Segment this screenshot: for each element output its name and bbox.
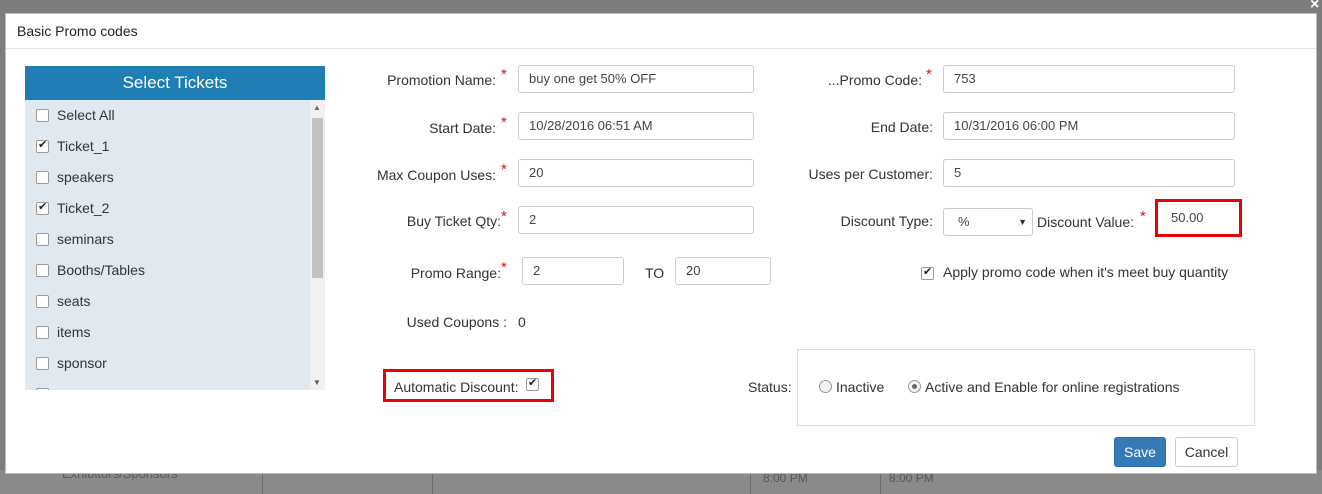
promotion-name-label: Promotion Name: [387,72,496,88]
max-coupon-uses-input[interactable]: 20 [518,159,754,187]
ticket-list-scrollbar[interactable]: ▲ ▼ [310,100,325,390]
ticket-item-ticket-1[interactable]: Ticket_1 [25,131,309,162]
promo-range-to-input[interactable]: 20 [675,257,771,285]
close-icon[interactable]: × [1310,0,1319,14]
status-active-label: Active and Enable for online registratio… [925,379,1180,395]
ticket-item-seminars[interactable]: seminars [25,224,309,255]
ticket-list: Select All Ticket_1 speakers Ticket_2 se… [25,100,309,390]
ticket-item-seats[interactable]: seats [25,286,309,317]
checkbox-partial[interactable] [36,388,49,390]
background-divider [880,474,881,494]
promo-range-to-label: TO [645,265,665,281]
ticket-item-booths-tables[interactable]: Booths/Tables [25,255,309,286]
ticket-label: Ticket_2 [57,200,110,216]
promo-code-input[interactable]: 753 [943,65,1235,93]
ticket-label: sponsor [57,355,107,371]
ticket-item-sponsor[interactable]: sponsor [25,348,309,379]
buy-ticket-qty-input[interactable]: 2 [518,206,754,234]
ticket-item-select-all[interactable]: Select All [25,100,309,131]
required-marker: * [501,208,507,225]
save-button[interactable]: Save [1114,437,1166,467]
used-coupons-label: Used Coupons : [406,314,507,330]
ticket-item-partial[interactable] [25,379,309,390]
status-inactive-radio[interactable] [819,380,832,393]
discount-value-label: Discount Value: [1037,214,1135,230]
checkbox-booths-tables[interactable] [36,264,49,277]
checkbox-items[interactable] [36,326,49,339]
promotion-name-input[interactable]: buy one get 50% OFF [518,65,754,93]
buy-ticket-qty-label: Buy Ticket Qty: [406,213,501,229]
discount-value-highlight [1155,199,1242,237]
required-marker: * [501,114,507,131]
modal-header: Basic Promo codes [6,14,1316,49]
uses-per-customer-input[interactable]: 5 [943,159,1235,187]
status-inactive-label: Inactive [836,379,885,395]
start-date-label: Start Date: [429,120,496,136]
checkbox-seats[interactable] [36,295,49,308]
max-coupon-uses-label: Max Coupon Uses: [376,167,496,183]
background-divider [750,474,751,494]
ticket-label: seminars [57,231,114,247]
discount-type-select[interactable]: % ▼ [943,208,1033,236]
scroll-thumb[interactable] [312,118,323,278]
tickets-panel: Select Tickets Select All Ticket_1 speak… [25,66,325,390]
promo-range-from-input[interactable]: 2 [522,257,624,285]
required-marker: * [501,161,507,178]
tickets-heading: Select Tickets [25,66,325,100]
promo-code-label: ...Promo Code: [827,72,922,88]
checkbox-ticket-2[interactable] [36,200,49,215]
used-coupons-value: 0 [518,314,526,330]
required-marker: * [501,66,507,83]
ticket-item-ticket-2[interactable]: Ticket_2 [25,193,309,224]
ticket-label: Ticket_1 [57,138,110,154]
scroll-down-icon[interactable]: ▼ [313,378,321,387]
ticket-label: items [57,324,91,340]
checkbox-speakers[interactable] [36,171,49,184]
chevron-down-icon: ▼ [1018,217,1027,227]
discount-type-label: Discount Type: [840,213,933,229]
uses-per-customer-label: Uses per Customer: [808,166,933,182]
promo-range-label: Promo Range: [410,265,501,281]
ticket-item-speakers[interactable]: speakers [25,162,309,193]
promo-modal: Basic Promo codes Select Tickets Select … [5,13,1317,474]
apply-promo-label: Apply promo code when it's meet buy quan… [943,264,1229,280]
ticket-item-items[interactable]: items [25,317,309,348]
checkbox-sponsor[interactable] [36,357,49,370]
ticket-label: Booths/Tables [57,262,145,278]
modal-title: Basic Promo codes [17,23,138,39]
cancel-button[interactable]: Cancel [1175,437,1238,467]
apply-promo-checkbox[interactable] [921,265,934,280]
checkbox-select-all[interactable] [36,109,49,122]
required-marker: * [1140,208,1146,225]
automatic-discount-checkbox[interactable] [526,376,539,391]
checkbox-seminars[interactable] [36,233,49,246]
start-date-input[interactable]: 10/28/2016 06:51 AM [518,112,754,140]
background-divider [432,474,433,494]
checkbox-ticket-1[interactable] [36,138,49,153]
required-marker: * [501,259,507,276]
discount-type-value: % [958,214,970,229]
end-date-label: End Date: [870,119,933,135]
ticket-label: speakers [57,169,114,185]
status-label: Status: [748,379,792,395]
scroll-up-icon[interactable]: ▲ [313,103,321,112]
status-group: Inactive Active and Enable for online re… [797,349,1255,426]
automatic-discount-label: Automatic Discount: [394,379,519,395]
background-divider [262,474,263,494]
end-date-input[interactable]: 10/31/2016 06:00 PM [943,112,1235,140]
required-marker: * [926,66,932,83]
ticket-label: seats [57,293,91,309]
ticket-label: Select All [57,107,115,123]
status-active-radio[interactable] [908,380,921,393]
